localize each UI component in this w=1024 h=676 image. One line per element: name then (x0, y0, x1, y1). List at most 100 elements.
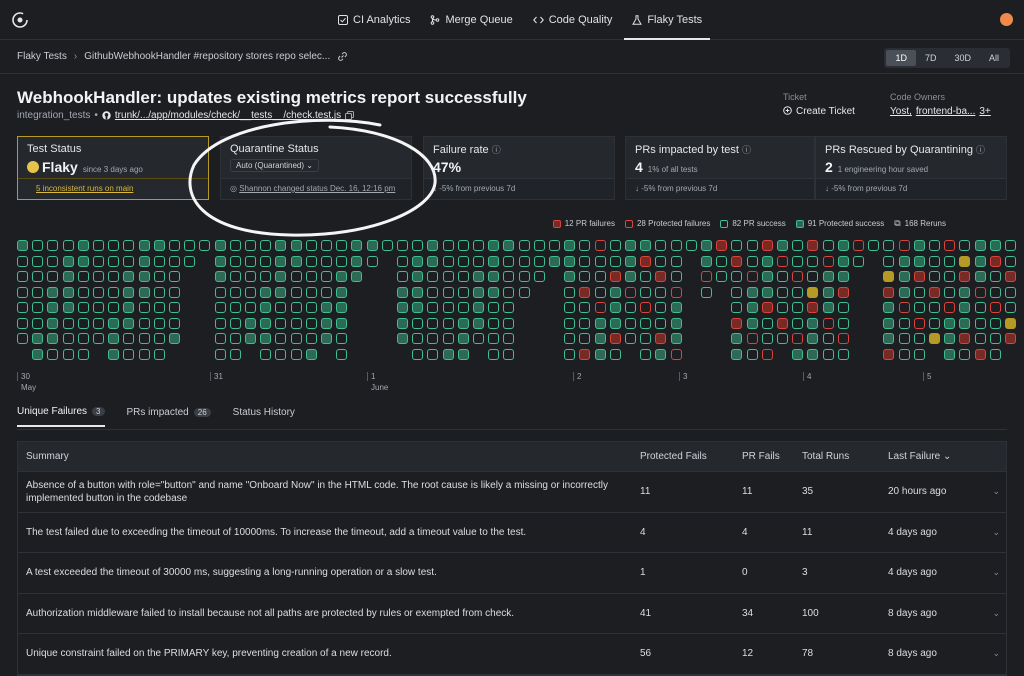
run-cell[interactable] (640, 348, 652, 360)
run-cell[interactable] (412, 240, 424, 251)
run-cell[interactable] (868, 240, 880, 251)
run-cell[interactable] (655, 302, 667, 313)
run-cell[interactable] (77, 317, 89, 329)
run-cell[interactable] (93, 255, 104, 267)
run-cell[interactable] (670, 333, 682, 344)
run-cell[interactable] (229, 302, 241, 313)
run-cell[interactable] (138, 302, 150, 313)
run-cell[interactable] (883, 240, 895, 251)
run-cell[interactable] (837, 348, 849, 360)
run-cell[interactable] (412, 348, 424, 360)
run-cell[interactable] (655, 271, 667, 282)
run-cell[interactable] (488, 348, 500, 360)
run-cell[interactable] (761, 317, 773, 329)
run-cell[interactable] (609, 255, 621, 267)
run-cell[interactable] (913, 333, 925, 344)
run-cell[interactable] (959, 286, 971, 298)
run-cell[interactable] (853, 240, 864, 251)
run-cell[interactable] (336, 317, 348, 329)
run-cell[interactable] (853, 255, 864, 267)
run-cell[interactable] (290, 302, 302, 313)
run-cell[interactable] (290, 333, 302, 344)
run-cell[interactable] (305, 255, 317, 267)
run-cell[interactable] (47, 286, 59, 298)
run-cell[interactable] (579, 286, 591, 298)
run-cell[interactable] (214, 333, 226, 344)
run-cell[interactable] (929, 286, 940, 298)
run-cell[interactable] (336, 348, 348, 360)
run-cell[interactable] (974, 271, 986, 282)
run-cell[interactable] (579, 348, 591, 360)
run-cell[interactable] (305, 271, 317, 282)
status-change-link[interactable]: Shannon changed status Dec. 16, 12:16 pm (239, 184, 395, 193)
run-cell[interactable] (609, 333, 621, 344)
run-cell[interactable] (138, 255, 150, 267)
run-cell[interactable] (640, 333, 652, 344)
run-cell[interactable] (427, 286, 439, 298)
avatar[interactable] (1000, 13, 1013, 26)
run-cell[interactable] (153, 286, 165, 298)
run-cell[interactable] (245, 286, 256, 298)
run-cell[interactable] (640, 317, 652, 329)
expand-chevron-icon[interactable]: ⌄ (992, 567, 1000, 578)
run-cell[interactable] (883, 348, 895, 360)
run-cell[interactable] (93, 302, 104, 313)
run-cell[interactable] (883, 271, 895, 282)
run-cell[interactable] (837, 240, 849, 251)
run-cell[interactable] (427, 302, 439, 313)
run-cell[interactable] (412, 271, 424, 282)
run-cell[interactable] (518, 240, 530, 251)
run-cell[interactable] (731, 333, 743, 344)
run-cell[interactable] (17, 286, 28, 298)
run-cell[interactable] (397, 240, 408, 251)
run-cell[interactable] (913, 240, 925, 251)
run-cell[interactable] (275, 348, 287, 360)
run-cell[interactable] (579, 333, 591, 344)
run-cell[interactable] (62, 240, 74, 251)
run-cell[interactable] (412, 286, 424, 298)
run-cell[interactable] (427, 333, 439, 344)
run-cell[interactable] (701, 255, 712, 267)
run-cell[interactable] (670, 317, 682, 329)
run-cell[interactable] (944, 255, 956, 267)
run-cell[interactable] (670, 302, 682, 313)
run-cell[interactable] (397, 255, 408, 267)
run-cell[interactable] (77, 333, 89, 344)
run-cell[interactable] (989, 240, 1001, 251)
run-cell[interactable] (17, 240, 28, 251)
run-cell[interactable] (883, 302, 895, 313)
run-cell[interactable] (229, 271, 241, 282)
run-cell[interactable] (62, 317, 74, 329)
run-cell[interactable] (716, 255, 728, 267)
run-cell[interactable] (989, 333, 1001, 344)
run-cell[interactable] (321, 240, 332, 251)
run-cell[interactable] (245, 240, 256, 251)
run-cell[interactable] (93, 286, 104, 298)
run-cell[interactable] (229, 348, 241, 360)
run-cell[interactable] (792, 240, 804, 251)
run-cell[interactable] (47, 317, 59, 329)
run-cell[interactable] (260, 317, 272, 329)
table-row[interactable]: Unique constraint failed on the PRIMARY … (18, 634, 1006, 675)
run-cell[interactable] (123, 317, 135, 329)
run-cell[interactable] (32, 302, 44, 313)
run-cell[interactable] (777, 286, 788, 298)
run-cell[interactable] (169, 255, 180, 267)
run-cell[interactable] (989, 302, 1001, 313)
run-cell[interactable] (913, 302, 925, 313)
run-cell[interactable] (822, 255, 834, 267)
run-cell[interactable] (229, 333, 241, 344)
run-cell[interactable] (625, 333, 636, 344)
run-cell[interactable] (93, 240, 104, 251)
run-cell[interactable] (245, 302, 256, 313)
run-cell[interactable] (214, 302, 226, 313)
run-cell[interactable] (442, 317, 454, 329)
run-cell[interactable] (959, 348, 971, 360)
run-cell[interactable] (108, 255, 120, 267)
run-cell[interactable] (305, 302, 317, 313)
run-cell[interactable] (837, 333, 849, 344)
run-cell[interactable] (108, 271, 120, 282)
run-cell[interactable] (1005, 240, 1016, 251)
run-cell[interactable] (275, 317, 287, 329)
run-cell[interactable] (731, 271, 743, 282)
